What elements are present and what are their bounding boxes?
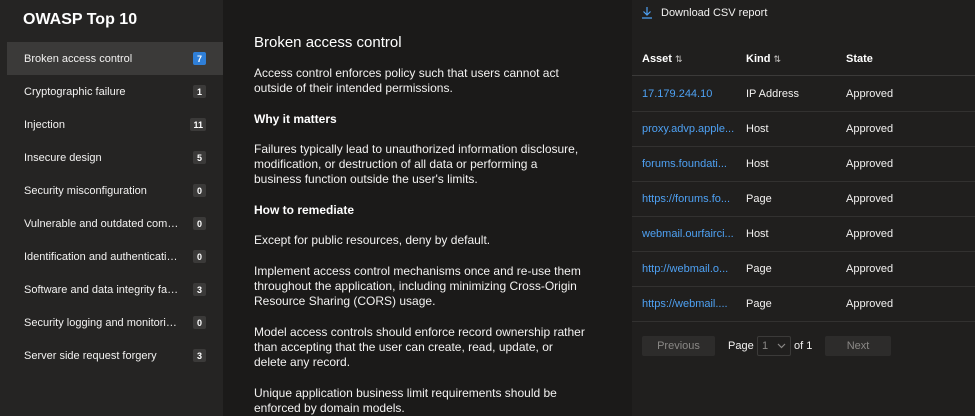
kind-cell: Page	[746, 263, 772, 275]
asset-header-label: Asset	[642, 52, 672, 65]
sort-icon: ⇅	[674, 53, 683, 64]
nav-item-label: Software and data integrity failures	[24, 283, 179, 296]
count-badge: 1	[193, 85, 206, 98]
download-csv-button[interactable]: Download CSV report	[641, 6, 767, 19]
detail-panel: Broken access control Access control enf…	[254, 34, 586, 416]
asset-panel: Download CSV report Asset ⇅ Kind ⇅ State 1…	[632, 0, 975, 416]
detail-intro: Access control enforces policy such that…	[254, 66, 559, 95]
nav-item-label: Server side request forgery	[24, 349, 157, 362]
sidebar-title: OWASP Top 10	[23, 11, 138, 28]
table-row: http://webmail.o... Page Approved	[632, 252, 975, 287]
state-cell: Approved	[846, 193, 894, 205]
asset-link[interactable]: webmail.ourfairci...	[642, 228, 738, 240]
next-button[interactable]: Next	[825, 336, 891, 356]
state-cell: Approved	[846, 123, 894, 135]
state-cell: Approved	[846, 158, 894, 170]
count-badge: 3	[193, 283, 206, 296]
nav-item-security-misconfiguration[interactable]: Security misconfiguration 0	[7, 174, 223, 207]
table-row: 17.179.244.10 IP Address Approved	[632, 77, 975, 112]
current-page: 1	[762, 340, 769, 352]
count-badge: 5	[193, 151, 206, 164]
nav-item-security-logging[interactable]: Security logging and monitoring ... 0	[7, 306, 223, 339]
nav-item-ssrf[interactable]: Server side request forgery 3	[7, 339, 223, 372]
state-cell: Approved	[846, 263, 894, 275]
remediate-item: Implement access control mechanisms once…	[254, 264, 581, 308]
sidebar: OWASP Top 10 Broken access control 7 Cry…	[0, 0, 223, 416]
download-icon	[641, 6, 653, 19]
why-text: Failures typically lead to unauthorized …	[254, 142, 579, 186]
count-badge: 11	[190, 118, 206, 131]
kind-cell: Host	[746, 123, 769, 135]
state-column-header: State	[846, 52, 873, 65]
pagination: Previous Page 1 of 1 Next	[632, 336, 975, 358]
count-badge: 7	[193, 52, 206, 65]
nav-item-label: Broken access control	[24, 52, 133, 65]
table-row: https://webmail.... Page Approved	[632, 287, 975, 322]
nav-item-label: Security logging and monitoring ...	[24, 316, 179, 329]
remediate-heading: How to remediate	[254, 203, 355, 217]
nav-item-injection[interactable]: Injection 11	[7, 108, 223, 141]
table-body: 17.179.244.10 IP Address Approved proxy.…	[632, 77, 975, 322]
asset-link[interactable]: https://forums.fo...	[642, 193, 738, 205]
table-header: Asset ⇅ Kind ⇅ State	[632, 42, 975, 76]
category-list: Broken access control 7 Cryptographic fa…	[7, 42, 223, 372]
nav-item-vulnerable-components[interactable]: Vulnerable and outdated compon... 0	[7, 207, 223, 240]
count-badge: 0	[193, 316, 206, 329]
asset-link[interactable]: https://webmail....	[642, 298, 738, 310]
state-cell: Approved	[846, 298, 894, 310]
asset-column-header[interactable]: Asset ⇅	[642, 53, 738, 65]
table-row: https://forums.fo... Page Approved	[632, 182, 975, 217]
page-select[interactable]: 1	[757, 336, 791, 356]
nav-item-label: Insecure design	[24, 151, 102, 164]
asset-link[interactable]: forums.foundati...	[642, 158, 738, 170]
nav-item-cryptographic-failure[interactable]: Cryptographic failure 1	[7, 75, 223, 108]
kind-cell: Page	[746, 298, 772, 310]
remediate-item: Except for public resources, deny by def…	[254, 233, 491, 247]
nav-item-identification-authentication[interactable]: Identification and authentication ... 0	[7, 240, 223, 273]
state-cell: Approved	[846, 228, 894, 240]
kind-column-header[interactable]: Kind ⇅	[746, 53, 836, 65]
page-label: Page	[728, 340, 754, 352]
count-badge: 0	[193, 217, 206, 230]
kind-cell: Page	[746, 193, 772, 205]
table-row: forums.foundati... Host Approved	[632, 147, 975, 182]
sort-icon: ⇅	[773, 53, 781, 64]
table-row: proxy.advp.apple... Host Approved	[632, 112, 975, 147]
remediate-item: Unique application business limit requir…	[254, 386, 557, 415]
previous-button[interactable]: Previous	[642, 336, 715, 356]
page-count: of 1	[794, 340, 813, 352]
nav-item-label: Security misconfiguration	[24, 184, 147, 197]
nav-item-label: Identification and authentication ...	[24, 250, 179, 263]
count-badge: 0	[193, 184, 206, 197]
download-label: Download CSV report	[661, 6, 768, 19]
nav-item-broken-access-control[interactable]: Broken access control 7	[7, 42, 223, 75]
asset-link[interactable]: 17.179.244.10	[642, 88, 738, 100]
kind-cell: Host	[746, 228, 769, 240]
nav-item-insecure-design[interactable]: Insecure design 5	[7, 141, 223, 174]
chevron-down-icon	[777, 340, 786, 352]
kind-header-label: Kind	[746, 52, 771, 65]
remediate-item: Model access controls should enforce rec…	[254, 325, 585, 369]
detail-title: Broken access control	[254, 34, 402, 51]
asset-link[interactable]: proxy.advp.apple...	[642, 123, 738, 135]
kind-cell: Host	[746, 158, 769, 170]
asset-link[interactable]: http://webmail.o...	[642, 263, 738, 275]
why-heading: Why it matters	[254, 112, 337, 126]
nav-item-label: Vulnerable and outdated compon...	[24, 217, 179, 230]
state-cell: Approved	[846, 88, 894, 100]
count-badge: 0	[193, 250, 206, 263]
kind-cell: IP Address	[746, 88, 799, 100]
nav-item-label: Cryptographic failure	[24, 85, 126, 98]
table-row: webmail.ourfairci... Host Approved	[632, 217, 975, 252]
nav-item-label: Injection	[24, 118, 65, 131]
count-badge: 3	[193, 349, 206, 362]
nav-item-software-data-integrity[interactable]: Software and data integrity failures 3	[7, 273, 223, 306]
